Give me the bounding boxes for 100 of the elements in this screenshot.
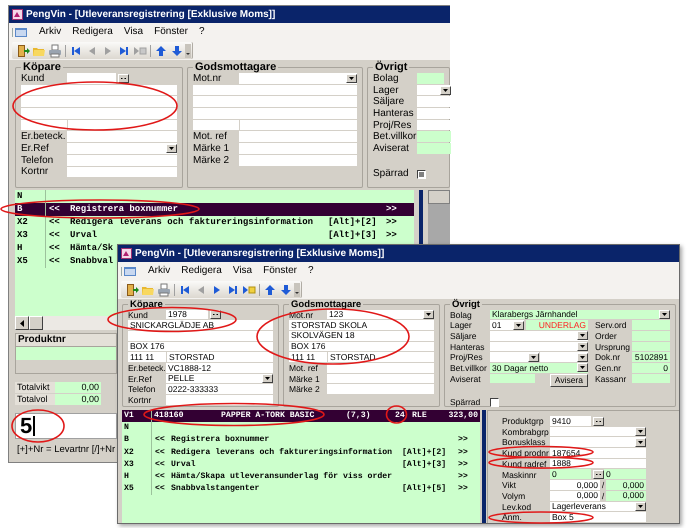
dropdown-field[interactable]: 01 — [490, 320, 524, 330]
dropdown-button[interactable] — [346, 74, 357, 83]
dropdown-button[interactable] — [166, 144, 177, 153]
text-field[interactable] — [417, 96, 451, 108]
menu-item[interactable]: Visa — [124, 27, 144, 37]
menu-item[interactable]: Arkiv — [148, 266, 170, 276]
text-field[interactable] — [239, 154, 357, 166]
text-field[interactable]: STORSTAD SKOLA — [289, 320, 434, 330]
text-field[interactable] — [239, 143, 357, 154]
text-field[interactable]: STORSTAD — [328, 352, 434, 362]
list-row[interactable]: X3 << Urval [Alt]+[3] >> — [122, 458, 480, 471]
text-field[interactable] — [21, 108, 177, 119]
text-field[interactable] — [632, 330, 670, 341]
dropdown-button[interactable] — [577, 342, 588, 351]
dropdown-field[interactable]: Klarabergs Järnhandel — [490, 310, 670, 320]
text-field[interactable]: STORSTAD — [167, 352, 273, 362]
list-row[interactable]: H << Hämta/Sk — [15, 242, 116, 255]
arrow-up-icon[interactable] — [154, 44, 168, 58]
input-field[interactable]: 5 — [15, 413, 117, 439]
text-field[interactable] — [327, 362, 434, 373]
text-field[interactable] — [67, 166, 177, 178]
menu-item[interactable]: ? — [308, 266, 314, 276]
text-field[interactable]: SKOLVÄGEN 18 — [289, 330, 434, 341]
list-row[interactable]: N — [122, 422, 480, 434]
menu-item[interactable]: Fönster — [263, 266, 298, 276]
toolbar-options-icon[interactable] — [294, 282, 300, 296]
text-field[interactable] — [193, 84, 357, 96]
arrow-down-icon[interactable] — [170, 44, 184, 58]
text-field[interactable] — [632, 320, 670, 330]
text-field[interactable] — [67, 154, 177, 166]
text-field[interactable] — [632, 374, 670, 384]
text-field[interactable] — [193, 96, 357, 108]
list-row[interactable]: X2 << Redigera leverans och faktureringsinformation [Alt]+[2] >> — [15, 216, 414, 229]
text-field[interactable] — [240, 120, 357, 130]
text-field[interactable]: 9410 — [550, 416, 591, 426]
dropdown-field[interactable] — [490, 330, 588, 341]
text-field[interactable]: BOX 176 — [128, 342, 273, 352]
dropdown-field[interactable]: 123 — [327, 310, 434, 320]
dropdown-field[interactable] — [490, 352, 538, 362]
dropdown-button[interactable] — [262, 374, 273, 383]
list-row[interactable]: X5 << Snabbvalstangenter [Alt]+[5] >> — [122, 483, 480, 496]
text-field[interactable] — [21, 84, 177, 96]
number-field[interactable]: 0,000 — [550, 480, 600, 490]
printer-icon[interactable] — [157, 282, 171, 296]
dropdown-button[interactable] — [577, 331, 588, 340]
text-field[interactable]: SNICKARGLÄDJE AB — [128, 320, 273, 330]
checkbox[interactable] — [490, 398, 499, 407]
arrow-down-icon[interactable] — [279, 282, 293, 296]
door-arrow-icon[interactable] — [16, 44, 30, 58]
list-row[interactable]: B << Registrera boxnummer >> — [122, 434, 480, 447]
scroll-button[interactable] — [15, 316, 29, 330]
text-field[interactable] — [193, 108, 357, 119]
text-field[interactable] — [490, 374, 535, 384]
dropdown-button[interactable] — [635, 438, 646, 447]
list-row[interactable]: X2 << Redigera leverans och faktureringsinformation [Alt]+[2] >> — [122, 446, 480, 459]
dropdown-button[interactable] — [635, 502, 646, 511]
text-field[interactable]: 1978 — [166, 310, 208, 320]
dropdown-field[interactable] — [550, 426, 646, 436]
text-field[interactable] — [417, 131, 451, 142]
dropdown-button[interactable] — [528, 352, 538, 362]
menu-item[interactable]: Arkiv — [39, 27, 62, 37]
dropdown-button[interactable] — [440, 86, 451, 95]
text-field[interactable] — [193, 120, 239, 130]
dropdown-field[interactable] — [550, 437, 646, 448]
arrow-up-icon[interactable] — [263, 282, 277, 296]
text-field[interactable] — [128, 330, 273, 341]
number-field[interactable]: 0,000 — [550, 490, 600, 500]
text-field[interactable] — [632, 342, 670, 352]
list-row[interactable]: B << Registrera boxnummer >> — [15, 203, 414, 216]
action-button[interactable]: Avisera — [550, 374, 588, 387]
text-field[interactable] — [417, 73, 444, 84]
menu-item[interactable]: Redigera — [181, 266, 222, 276]
dropdown-field[interactable] — [417, 84, 451, 96]
menu-item[interactable]: Redigera — [72, 27, 113, 37]
dropdown-field[interactable] — [239, 73, 357, 84]
dropdown-field[interactable] — [490, 342, 588, 352]
list-row[interactable]: H << Hämta/Skapa utleveransunderlag för viss order >> — [122, 470, 480, 484]
text-field[interactable] — [239, 131, 357, 142]
text-field[interactable] — [417, 120, 451, 130]
text-field[interactable] — [417, 108, 451, 119]
list-row[interactable]: X3 << Urval [Alt]+[3] >> — [15, 229, 414, 242]
text-field[interactable] — [67, 131, 177, 142]
dropdown-button[interactable] — [659, 310, 670, 319]
text-field[interactable] — [327, 374, 434, 384]
number-field[interactable]: 0 — [632, 362, 670, 373]
menu-item[interactable]: ? — [199, 27, 205, 37]
dropdown-button[interactable] — [513, 320, 524, 330]
dropdown-field[interactable]: PELLE — [166, 374, 273, 384]
text-field[interactable]: 0 — [550, 469, 591, 480]
scroll-thumb[interactable] — [29, 316, 43, 330]
printer-icon[interactable] — [48, 44, 62, 58]
dropdown-field[interactable] — [67, 143, 177, 154]
text-field[interactable]: 0222-333333 — [166, 384, 273, 394]
text-field[interactable]: VC1888-12 — [166, 362, 273, 373]
dropdown-button[interactable] — [577, 352, 588, 362]
dropdown-button[interactable] — [577, 363, 588, 372]
text-field[interactable] — [327, 384, 434, 394]
lookup-button[interactable] — [118, 74, 129, 84]
text-field[interactable]: 1888 — [550, 458, 646, 468]
text-field[interactable] — [21, 96, 177, 108]
